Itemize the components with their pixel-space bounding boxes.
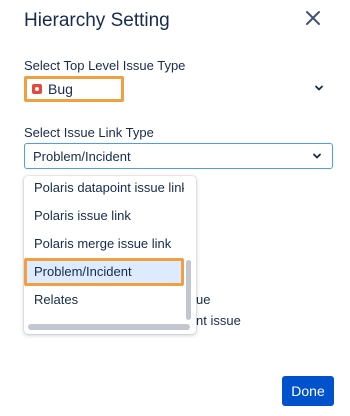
dropdown-option[interactable]: Polaris datapoint issue link bbox=[24, 176, 184, 201]
top-level-label: Select Top Level Issue Type bbox=[24, 58, 186, 73]
chevron-down-icon bbox=[313, 153, 321, 159]
highlight-box-option bbox=[24, 258, 184, 286]
background-text-1: ue bbox=[196, 292, 211, 307]
vertical-scrollbar[interactable] bbox=[186, 260, 191, 320]
dialog-title: Hierarchy Setting bbox=[24, 10, 170, 31]
link-type-label: Select Issue Link Type bbox=[24, 125, 154, 140]
highlight-box-top-level bbox=[24, 76, 124, 102]
horizontal-scrollbar[interactable] bbox=[28, 324, 190, 330]
dropdown-option[interactable]: Polaris merge issue link bbox=[24, 231, 184, 257]
close-icon[interactable] bbox=[303, 8, 323, 28]
dropdown-option[interactable]: Relates bbox=[24, 287, 184, 313]
link-type-select[interactable]: Problem/Incident bbox=[24, 143, 333, 169]
dropdown-option[interactable]: Polaris issue link bbox=[24, 203, 184, 229]
link-type-dropdown-menu[interactable]: Polaris datapoint issue link Polaris iss… bbox=[24, 176, 196, 334]
background-text-2: nt issue bbox=[196, 313, 241, 328]
done-button[interactable]: Done bbox=[282, 376, 334, 406]
link-type-value: Problem/Incident bbox=[33, 149, 131, 164]
chevron-down-icon bbox=[315, 85, 323, 91]
